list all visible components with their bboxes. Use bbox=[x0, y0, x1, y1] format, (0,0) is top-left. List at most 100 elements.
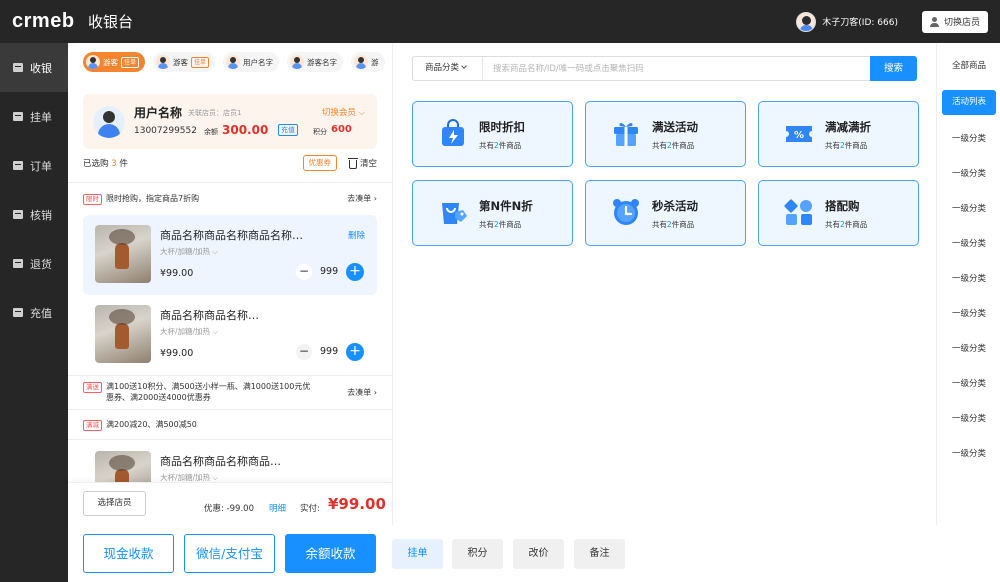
paid-label: 实付: bbox=[300, 504, 320, 514]
select-staff-button[interactable]: 选择店员 bbox=[83, 491, 146, 516]
switch-staff-button[interactable]: 切换店员 bbox=[921, 10, 988, 33]
page-title: 收银台 bbox=[88, 13, 134, 31]
category-list: 全部商品 活动列表 一级分类 一级分类 一级分类 一级分类 一级分类 一级分类 … bbox=[936, 43, 1000, 525]
member-name: 用户名称 bbox=[134, 106, 183, 120]
item-quantity[interactable]: 999 bbox=[320, 266, 338, 277]
paid-amount: ¥99.00 bbox=[328, 495, 386, 513]
hang-order-button[interactable]: 挂单 bbox=[392, 539, 443, 569]
points-value: 600 bbox=[331, 124, 352, 135]
member-avatar bbox=[93, 106, 125, 138]
category-item[interactable]: 一级分类 bbox=[942, 267, 996, 292]
minus-button[interactable]: − bbox=[296, 344, 312, 360]
recharge-button[interactable]: 充值 bbox=[278, 124, 298, 136]
guest-avatar bbox=[156, 55, 171, 69]
promo-flash-row: 限时 限时抢购，指定商品7折购 去凑单 › bbox=[83, 193, 377, 205]
search-input[interactable] bbox=[493, 57, 863, 80]
tag-bag-icon bbox=[442, 203, 467, 224]
search-button[interactable]: 搜索 bbox=[870, 56, 917, 81]
cart-item[interactable]: 商品名称商品名称商品名称… 大杯/加糖/加热 ⌵ ¥99.00 删除 − 999… bbox=[83, 215, 377, 295]
return-icon bbox=[13, 259, 23, 268]
promo-card-seckill[interactable]: 秒杀活动 共有2件商品 bbox=[585, 180, 746, 246]
switch-member-link[interactable]: 切换会员 ⌵ bbox=[322, 106, 365, 118]
divider bbox=[68, 439, 392, 440]
discount-label: 优惠: -99.00 bbox=[204, 504, 254, 514]
plus-button[interactable]: + bbox=[346, 263, 364, 281]
category-item[interactable]: 一级分类 bbox=[942, 337, 996, 362]
selected-count: 3 bbox=[111, 159, 117, 169]
cash-pay-button[interactable]: 现金收款 bbox=[83, 534, 174, 573]
nav-item-verify[interactable]: 核销 bbox=[0, 190, 68, 239]
promo-title: 搭配购 bbox=[825, 199, 860, 213]
user-name[interactable]: 木子刀客(ID: 666) bbox=[822, 15, 898, 28]
category-item[interactable]: 一级分类 bbox=[942, 232, 996, 257]
nav-item-hang-order[interactable]: 挂单 bbox=[0, 92, 68, 141]
promo-card-nth-discount[interactable]: 第N件N折 共有2件商品 bbox=[412, 180, 573, 246]
go-add-link[interactable]: 去凑单 › bbox=[347, 193, 377, 204]
search-bar: 商品分类 bbox=[412, 56, 872, 81]
category-item[interactable]: 一级分类 bbox=[942, 127, 996, 152]
promo-card-flash-discount[interactable]: 限时折扣 共有2件商品 bbox=[412, 101, 573, 167]
remark-button[interactable]: 备注 bbox=[574, 539, 625, 569]
category-activity-list[interactable]: 活动列表 bbox=[942, 90, 996, 115]
guest-tab[interactable]: 游客 挂单 bbox=[83, 52, 146, 72]
guest-avatar bbox=[354, 55, 369, 69]
guest-avatar bbox=[226, 55, 241, 69]
promo-title: 满减满折 bbox=[825, 120, 871, 134]
category-select[interactable]: 商品分类 bbox=[413, 57, 483, 80]
user-avatar[interactable] bbox=[796, 11, 817, 32]
category-item[interactable]: 一级分类 bbox=[942, 197, 996, 222]
wechat-alipay-button[interactable]: 微信/支付宝 bbox=[184, 534, 275, 573]
plus-button[interactable]: + bbox=[346, 343, 364, 361]
discount-ticket-icon: % bbox=[786, 126, 812, 142]
nav-item-orders[interactable]: 订单 bbox=[0, 141, 68, 190]
change-price-button[interactable]: 改价 bbox=[513, 539, 564, 569]
product-spec[interactable]: 大杯/加糖/加热 ⌵ bbox=[160, 246, 218, 257]
category-item[interactable]: 一级分类 bbox=[942, 442, 996, 467]
guest-tab[interactable]: 游客名字 bbox=[287, 52, 344, 72]
product-image bbox=[95, 305, 151, 363]
product-area: 商品分类 搜索 限时折扣 共有2件商品 满送活动 共有2件商品 % 满减满折 共… bbox=[392, 43, 936, 525]
item-quantity[interactable]: 999 bbox=[320, 346, 338, 357]
svg-text:%: % bbox=[794, 130, 804, 141]
promo-count: 共有2件商品 bbox=[479, 141, 522, 150]
promo-title: 秒杀活动 bbox=[652, 199, 698, 213]
promo-title: 满送活动 bbox=[652, 120, 698, 134]
detail-link[interactable]: 明细 bbox=[269, 502, 286, 514]
category-all[interactable]: 全部商品 bbox=[942, 54, 996, 79]
minus-button[interactable]: − bbox=[296, 264, 312, 280]
category-item[interactable]: 一级分类 bbox=[942, 407, 996, 432]
product-name: 商品名称商品名称… bbox=[160, 309, 259, 322]
go-add-link[interactable]: 去凑单 › bbox=[347, 387, 377, 398]
product-spec[interactable]: 大杯/加糖/加热 ⌵ bbox=[160, 326, 218, 337]
cart-item[interactable]: 商品名称商品名称… 大杯/加糖/加热 ⌵ ¥99.00 − 999 + bbox=[83, 295, 377, 375]
guest-avatar bbox=[290, 55, 305, 69]
nav-item-return[interactable]: 退货 bbox=[0, 239, 68, 288]
category-item[interactable]: 一级分类 bbox=[942, 302, 996, 327]
selected-summary: 已选购 3 件 优惠券 清空 bbox=[83, 155, 377, 173]
promo-card-bundle[interactable]: 搭配购 共有2件商品 bbox=[758, 180, 919, 246]
promo-count: 共有2件商品 bbox=[652, 220, 695, 229]
user-switch-icon bbox=[929, 16, 940, 27]
recharge-icon bbox=[13, 308, 23, 317]
points-button[interactable]: 积分 bbox=[452, 539, 503, 569]
category-item[interactable]: 一级分类 bbox=[942, 372, 996, 397]
divider bbox=[68, 409, 392, 410]
guest-tab[interactable]: 游客 挂单 bbox=[153, 52, 216, 72]
guest-tab[interactable]: 用户名字 bbox=[223, 52, 280, 72]
delete-item-button[interactable]: 删除 bbox=[348, 229, 365, 241]
nav-item-cashier[interactable]: 收银 bbox=[0, 43, 68, 92]
balance-value: 300.00 bbox=[222, 123, 269, 137]
promo-gift-row: 满送 满100送10积分、满500送小样一瓶、满1000送100元优惠券、满20… bbox=[83, 381, 313, 403]
nav-item-recharge[interactable]: 充值 bbox=[0, 288, 68, 337]
coupon-button[interactable]: 优惠券 bbox=[302, 155, 337, 171]
promo-card-gift[interactable]: 满送活动 共有2件商品 bbox=[585, 101, 746, 167]
promo-title: 第N件N折 bbox=[479, 199, 533, 213]
guest-tab[interactable]: 游 bbox=[351, 52, 385, 72]
balance-pay-button[interactable]: 余额收款 bbox=[285, 534, 376, 573]
promo-card-full-reduction[interactable]: % 满减满折 共有2件商品 bbox=[758, 101, 919, 167]
trash-icon bbox=[347, 157, 358, 169]
product-name: 商品名称商品名称商品名称… bbox=[160, 229, 303, 242]
category-item[interactable]: 一级分类 bbox=[942, 162, 996, 187]
alarm-clock-icon bbox=[613, 199, 639, 225]
clear-cart-button[interactable]: 清空 bbox=[347, 157, 377, 169]
